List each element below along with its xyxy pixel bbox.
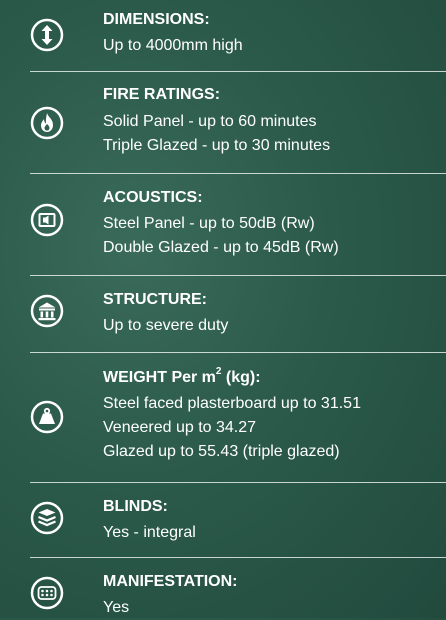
fire-ratings-title: FIRE RATINGS: bbox=[103, 86, 221, 103]
divider bbox=[30, 71, 446, 72]
blinds-line: Yes - integral bbox=[103, 524, 196, 541]
manifestation-title: MANIFESTATION: bbox=[103, 573, 238, 590]
weight-details: Steel faced plasterboard up to 31.51 Ven… bbox=[103, 392, 361, 464]
weight-title: WEIGHT Per m2 (kg): bbox=[103, 365, 261, 388]
structure-title: STRUCTURE: bbox=[103, 291, 207, 308]
manifestation-details: Yes bbox=[103, 596, 129, 620]
acoustics-details: Steel Panel - up to 50dB (Rw) Double Gla… bbox=[103, 212, 339, 260]
divider bbox=[30, 275, 446, 276]
divider bbox=[30, 482, 446, 483]
dots-pattern-icon bbox=[30, 576, 64, 610]
height-arrows-icon bbox=[30, 18, 64, 52]
weight-line: Steel faced plasterboard up to 31.51 bbox=[103, 395, 361, 412]
structure-details: Up to severe duty bbox=[103, 314, 228, 338]
weight-icon bbox=[30, 400, 64, 434]
fire-ratings-details: Solid Panel - up to 60 minutes Triple Gl… bbox=[103, 110, 330, 158]
weight-title-text: WEIGHT Per m bbox=[103, 369, 216, 386]
weight-title-superscript: 2 bbox=[215, 365, 222, 377]
building-icon bbox=[30, 294, 64, 328]
blinds-title: BLINDS: bbox=[103, 498, 168, 515]
weight-line: Veneered up to 34.27 bbox=[103, 419, 257, 436]
speaker-icon bbox=[30, 203, 64, 237]
dimensions-line: Up to 4000mm high bbox=[103, 37, 243, 54]
dimensions-title: DIMENSIONS: bbox=[103, 11, 210, 28]
specifications-panel: DIMENSIONS: Up to 4000mm high FIRE RATIN… bbox=[0, 0, 446, 618]
fire-ratings-line: Solid Panel - up to 60 minutes bbox=[103, 113, 317, 130]
weight-line: Glazed up to 55.43 (triple glazed) bbox=[103, 443, 340, 460]
fire-ratings-line: Triple Glazed - up to 30 minutes bbox=[103, 137, 331, 154]
acoustics-line: Double Glazed - up to 45dB (Rw) bbox=[103, 239, 339, 256]
acoustics-line: Steel Panel - up to 50dB (Rw) bbox=[103, 215, 315, 232]
weight-title-unit: (kg): bbox=[221, 369, 261, 386]
divider bbox=[30, 352, 446, 353]
dimensions-details: Up to 4000mm high bbox=[103, 34, 243, 58]
blinds-details: Yes - integral bbox=[103, 521, 196, 545]
manifestation-line: Yes bbox=[103, 599, 130, 616]
structure-line: Up to severe duty bbox=[103, 317, 229, 334]
blinds-layers-icon bbox=[30, 501, 64, 535]
flame-icon bbox=[30, 106, 64, 140]
divider bbox=[30, 557, 446, 558]
divider bbox=[30, 173, 446, 174]
acoustics-title: ACOUSTICS: bbox=[103, 189, 203, 206]
